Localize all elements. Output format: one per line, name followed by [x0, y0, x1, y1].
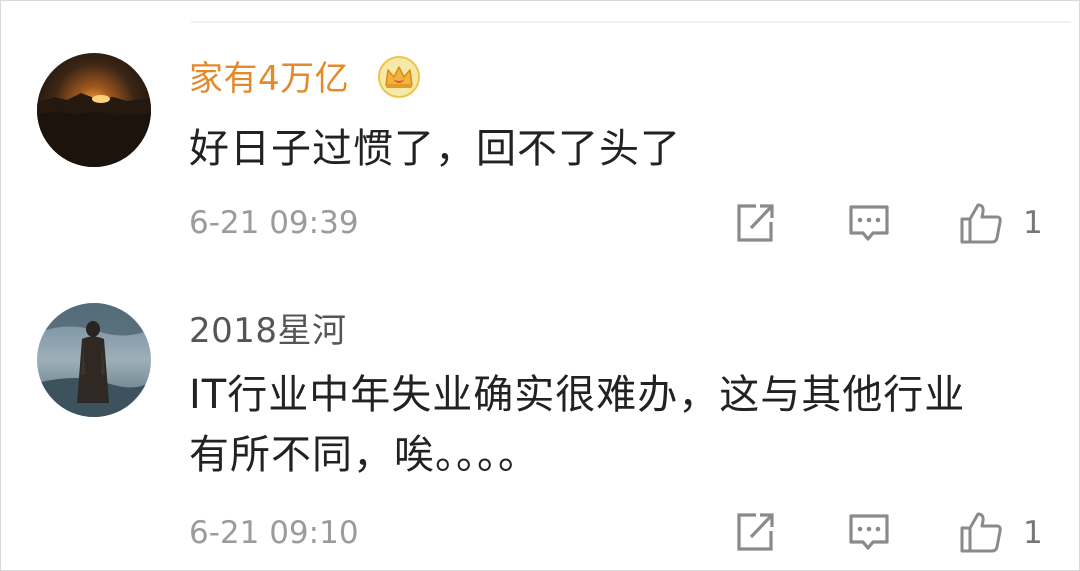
timestamp: 6-21 09:39: [189, 205, 359, 241]
comment-item: 家有4万亿 好日子过惯了，回不了头了 6-21 09:39 1: [1, 1, 1080, 261]
comment-item: 2018星河 IT行业中年失业确实很难办，这与其他行业 有所不同，唉。。。。 6…: [1, 287, 1080, 571]
crown-badge-icon: [377, 55, 421, 99]
share-forward-icon: [737, 513, 774, 551]
like-button[interactable]: [957, 200, 1003, 246]
timestamp: 6-21 09:10: [189, 515, 359, 551]
comment-reply-icon: [849, 514, 889, 550]
comment-reply-icon: [849, 205, 889, 241]
forward-button[interactable]: [732, 200, 778, 246]
comment-text-line: IT行业中年失业确实很难办，这与其他行业: [189, 372, 966, 418]
standing-figure-avatar: [37, 303, 151, 417]
avatar[interactable]: [37, 303, 151, 417]
like-count: 1: [1023, 515, 1043, 551]
like-count: 1: [1023, 205, 1043, 241]
reply-button[interactable]: [846, 509, 892, 555]
avatar[interactable]: [37, 53, 151, 167]
thumbs-up-icon: [960, 203, 1002, 244]
comment-text-line: 好日子过惯了，回不了头了: [189, 126, 681, 172]
reply-button[interactable]: [846, 200, 892, 246]
like-button[interactable]: [957, 509, 1003, 555]
comment-text: 好日子过惯了，回不了头了: [189, 119, 1049, 179]
comment-text: IT行业中年失业确实很难办，这与其他行业 有所不同，唉。。。。: [189, 365, 1049, 485]
sunset-landscape-avatar: [37, 53, 151, 167]
thumbs-up-icon: [960, 512, 1002, 553]
forward-button[interactable]: [732, 509, 778, 555]
username[interactable]: 2018星河: [189, 311, 347, 351]
username[interactable]: 家有4万亿: [189, 59, 349, 99]
comment-section: 家有4万亿 好日子过惯了，回不了头了 6-21 09:39 1 2018星河 I…: [0, 0, 1080, 571]
share-forward-icon: [737, 204, 774, 242]
comment-text-line: 有所不同，唉。。。。: [189, 432, 539, 478]
